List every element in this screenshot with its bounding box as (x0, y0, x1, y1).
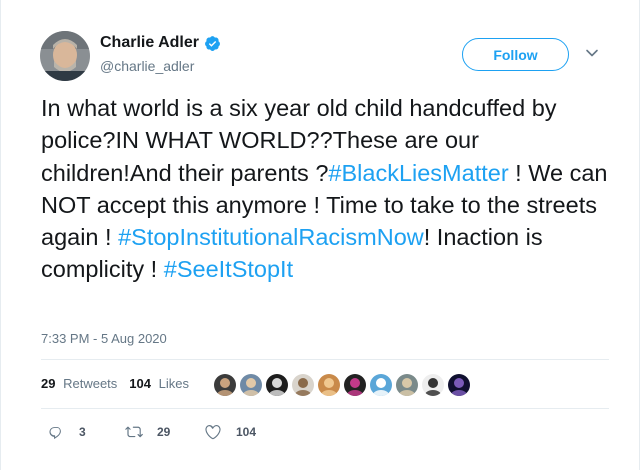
liker-avatars (213, 373, 473, 397)
liker-avatar[interactable] (213, 373, 237, 397)
hashtag-link[interactable]: #StopInstitutionalRacismNow (118, 224, 424, 250)
retweet-count: 29 (157, 425, 171, 439)
divider (41, 408, 609, 409)
retweets-stat-label: Retweets (63, 376, 118, 391)
liker-avatar[interactable] (395, 373, 419, 397)
engagement-stats: 29 Retweets 104 Likes (41, 376, 201, 391)
follow-button[interactable]: Follow (462, 38, 569, 71)
author-avatar[interactable] (40, 31, 90, 81)
liker-avatar[interactable] (239, 373, 263, 397)
reply-action[interactable]: 3 (47, 423, 86, 441)
retweets-stat-count: 29 (41, 376, 56, 391)
reply-icon (49, 427, 61, 439)
chevron-down-icon[interactable] (585, 46, 599, 60)
liker-avatar[interactable] (317, 373, 341, 397)
author-handle[interactable]: @charlie_adler (100, 58, 194, 74)
likes-stat[interactable]: 104 Likes (129, 376, 189, 391)
liker-avatar[interactable] (369, 373, 393, 397)
liker-avatar[interactable] (447, 373, 471, 397)
tweet-text: In what world is a six year old child ha… (41, 92, 611, 286)
liker-avatar[interactable] (265, 373, 289, 397)
hashtag-link[interactable]: #BlackLiesMatter (328, 160, 508, 186)
reply-count: 3 (79, 425, 86, 439)
divider (41, 359, 609, 360)
retweet-action[interactable]: 29 (125, 423, 170, 441)
author-display-name[interactable]: Charlie Adler (100, 34, 199, 52)
hashtag-link[interactable]: #SeeItStopIt (164, 256, 293, 282)
liker-avatar[interactable] (343, 373, 367, 397)
heart-icon (205, 424, 221, 440)
liker-avatar[interactable] (291, 373, 315, 397)
tweet-timestamp[interactable]: 7:33 PM - 5 Aug 2020 (41, 331, 167, 346)
likes-stat-label: Likes (158, 376, 189, 391)
retweets-stat[interactable]: 29 Retweets (41, 376, 117, 391)
liker-avatar[interactable] (421, 373, 445, 397)
retweet-icon (125, 426, 143, 438)
verified-badge-icon (204, 35, 221, 52)
tweet-card: Charlie Adler @charlie_adler Follow In w… (0, 0, 640, 470)
like-count: 104 (236, 425, 257, 439)
author-name-row: Charlie Adler (100, 34, 221, 52)
likes-stat-count: 104 (129, 376, 151, 391)
like-action[interactable]: 104 (204, 423, 256, 441)
